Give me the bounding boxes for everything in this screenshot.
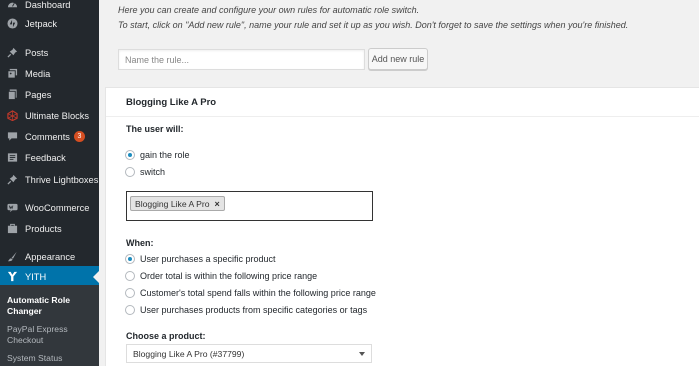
pin-icon [6,47,18,59]
product-select[interactable]: Blogging Like A Pro (#37799) [126,344,372,363]
when-label: When: [126,238,154,248]
sidebar-item-woocommerce[interactable]: WooCommerce [0,197,99,218]
sidebar-item-label: Appearance [25,251,76,262]
sidebar-item-label: Dashboard [25,0,71,10]
sidebar-item-jetpack[interactable]: Jetpack [0,13,99,34]
woocommerce-icon [6,202,18,214]
radio-option-total-spend[interactable]: Customer's total spend falls within the … [125,288,376,298]
sidebar-item-label: Ultimate Blocks [25,110,90,121]
sidebar-item-label: Feedback [25,152,66,163]
radio-button[interactable] [125,271,135,281]
radio-label: Order total is within the following pric… [140,271,318,281]
radio-option-categories-tags[interactable]: User purchases products from specific ca… [125,305,367,315]
rule-name-input[interactable] [118,49,365,70]
rule-panel: Blogging Like A Pro The user will: gain … [105,87,699,366]
intro-text-line-1: Here you can create and configure your o… [118,5,420,15]
radio-button[interactable] [125,288,135,298]
sidebar-item-ultimate-blocks[interactable]: Ultimate Blocks [0,105,99,126]
pin-icon [6,174,18,186]
role-tag-label: Blogging Like A Pro [135,198,210,209]
dashboard-icon [6,0,18,11]
sidebar-item-label: Posts [25,47,49,58]
main-content: Here you can create and configure your o… [99,0,699,366]
sidebar-item-products[interactable]: Products [0,218,99,239]
media-icon [6,68,18,80]
product-select-value: Blogging Like A Pro (#37799) [133,348,245,359]
add-new-rule-button[interactable]: Add new rule [368,48,428,70]
comments-count-badge: 3 [73,131,85,142]
sidebar-item-yith[interactable]: YITH [0,266,99,287]
submenu-item-automatic-role-changer[interactable]: Automatic Role Changer [7,295,95,317]
sidebar-item-label: Thrive Lightboxes [25,174,99,185]
radio-button[interactable] [125,167,135,177]
sidebar-item-thrive-lightboxes[interactable]: Thrive Lightboxes [0,169,99,190]
sidebar-item-label: Pages [25,89,52,100]
sidebar-item-label: YITH [25,271,47,282]
yith-icon [6,271,18,283]
remove-tag-icon[interactable]: × [215,199,220,209]
submenu-item-paypal-express-checkout[interactable]: PayPal Express Checkout [7,324,95,346]
radio-button[interactable] [125,254,135,264]
radio-option-specific-product[interactable]: User purchases a specific product [125,254,276,264]
radio-option-order-total[interactable]: Order total is within the following pric… [125,271,317,281]
jetpack-icon [6,18,18,30]
sidebar-item-comments[interactable]: Comments 3 [0,126,99,147]
products-icon [6,223,18,235]
comments-icon [6,131,18,143]
radio-option-gain-role[interactable]: gain the role [125,150,190,160]
radio-label: gain the role [140,150,190,160]
radio-option-switch[interactable]: switch [125,167,165,177]
admin-sidebar: Dashboard Jetpack Posts Media Pages Ulti… [0,0,99,366]
rule-title: Blogging Like A Pro [126,97,217,108]
radio-label: switch [140,167,166,177]
radio-button[interactable] [125,305,135,315]
user-will-label: The user will: [126,124,184,134]
appearance-icon [6,251,18,263]
sidebar-item-label: WooCommerce [25,202,90,213]
sidebar-item-pages[interactable]: Pages [0,84,99,105]
sidebar-item-appearance[interactable]: Appearance [0,246,99,267]
sidebar-item-label: Jetpack [25,18,58,29]
sidebar-item-label: Products [25,223,62,234]
pages-icon [6,89,18,101]
rule-panel-header[interactable]: Blogging Like A Pro [106,88,699,117]
radio-button[interactable] [125,150,135,160]
ultimate-blocks-icon [6,110,18,122]
radio-label: User purchases products from specific ca… [140,305,368,315]
chevron-down-icon [359,352,365,356]
radio-label: Customer's total spend falls within the … [140,288,376,298]
intro-text-line-2: To start, click on "Add new rule", name … [118,20,629,30]
choose-product-label: Choose a product: [126,331,206,341]
role-tag: Blogging Like A Pro × [130,196,225,211]
sidebar-item-label: Comments [25,131,70,142]
sidebar-item-feedback[interactable]: Feedback [0,147,99,168]
sidebar-item-label: Media [25,68,51,79]
sidebar-item-media[interactable]: Media [0,63,99,84]
feedback-icon [6,152,18,164]
role-select-box[interactable]: Blogging Like A Pro × [126,191,373,221]
yith-submenu: Automatic Role Changer PayPal Express Ch… [0,285,99,366]
sidebar-item-posts[interactable]: Posts [0,42,99,63]
submenu-item-system-status[interactable]: System Status [7,353,95,364]
radio-label: User purchases a specific product [140,254,276,264]
